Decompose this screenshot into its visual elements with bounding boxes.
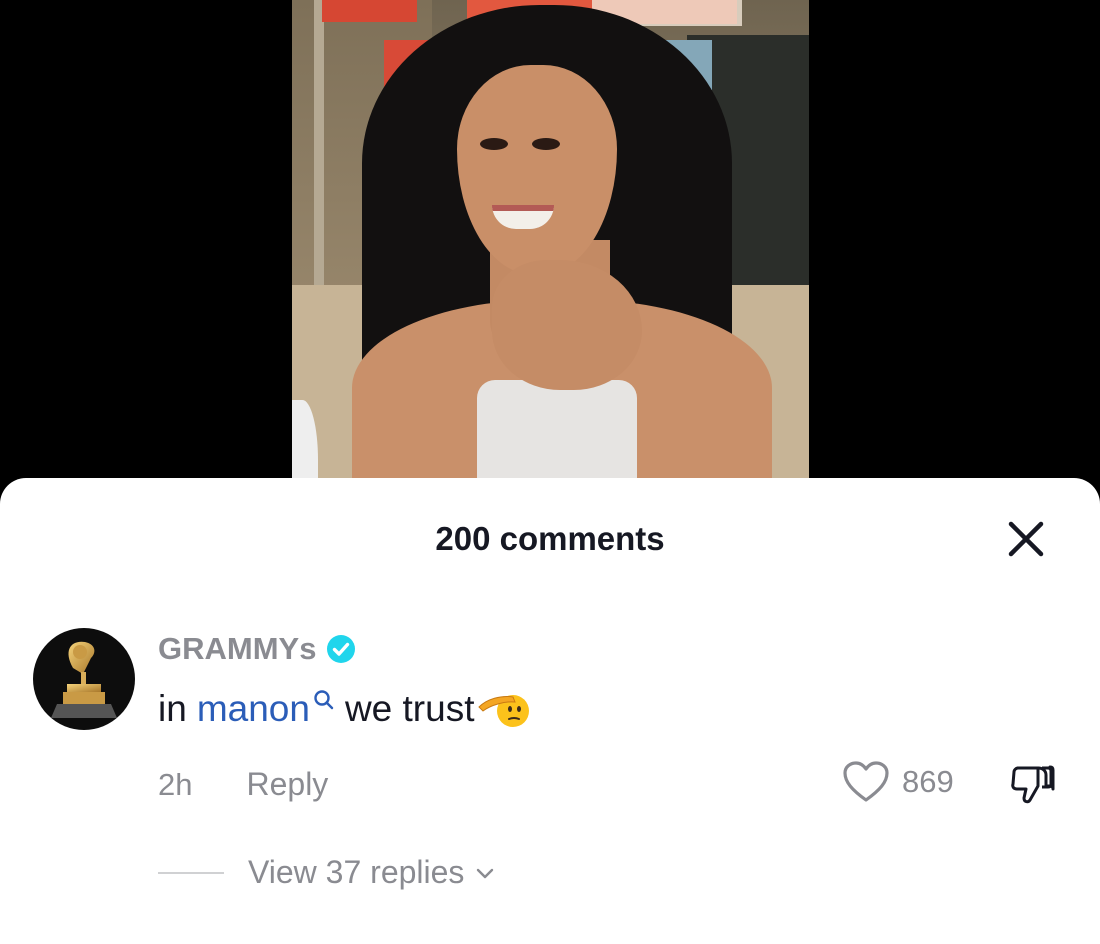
grammy-trophy-icon — [51, 641, 117, 718]
saluting-face-emoji-icon — [477, 695, 529, 727]
like-button[interactable]: 869 — [842, 760, 954, 804]
comment-timestamp: 2h — [158, 766, 193, 802]
comments-count-title: 200 comments — [435, 520, 665, 557]
comment-username[interactable]: GRAMMYs — [158, 631, 316, 667]
person-eye — [480, 138, 508, 150]
chevron-down-icon — [477, 868, 494, 878]
dislike-icon[interactable] — [1008, 760, 1056, 808]
view-replies-button[interactable]: View 37 replies — [158, 854, 496, 891]
video-frame[interactable] — [292, 0, 809, 500]
like-count: 869 — [902, 764, 954, 799]
comment-body: in manon we trust — [158, 688, 531, 730]
person-eye — [532, 138, 560, 150]
comment-text-after: we trust — [344, 688, 475, 729]
comment-header: GRAMMYs — [158, 631, 356, 667]
view-replies-label: View 37 replies — [248, 854, 465, 890]
background-stripe — [314, 0, 324, 290]
heart-icon[interactable] — [842, 760, 890, 804]
comments-sheet: 200 comments GRAMMYs in manon we trust 2… — [0, 478, 1100, 944]
comment-text-before: in — [158, 688, 187, 729]
background-poster — [322, 0, 417, 22]
comment-meta: 2h Reply — [158, 766, 328, 803]
video-player[interactable] — [0, 0, 1100, 500]
replies-divider — [158, 871, 224, 874]
avatar[interactable] — [33, 628, 135, 730]
mention-link[interactable]: manon — [197, 688, 310, 730]
verified-badge-icon — [327, 635, 356, 663]
close-icon[interactable] — [1003, 516, 1049, 562]
reply-button[interactable]: Reply — [246, 766, 328, 803]
search-icon[interactable] — [313, 689, 335, 711]
